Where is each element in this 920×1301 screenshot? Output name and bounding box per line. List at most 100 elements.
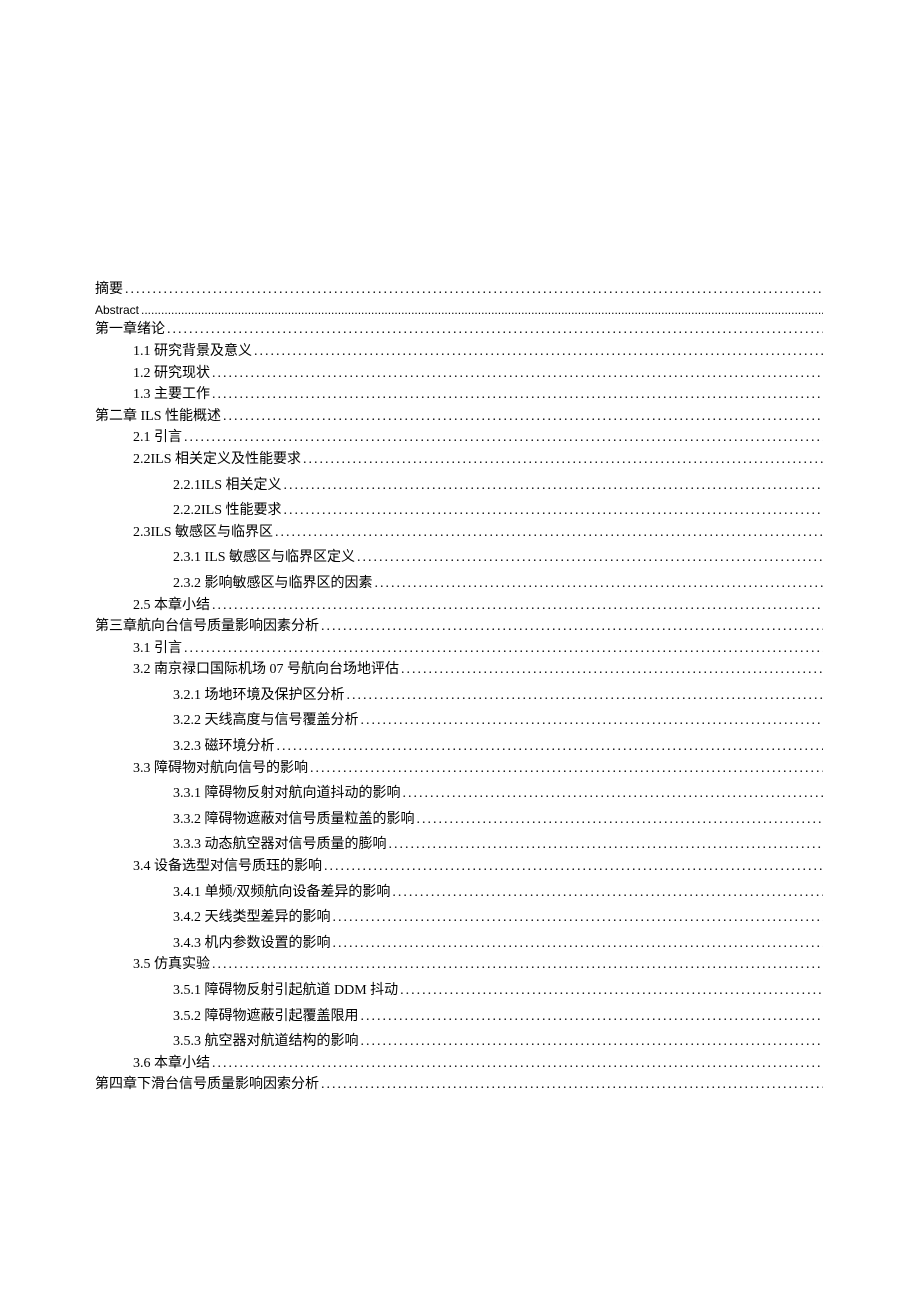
toc-entry: 1.1 研究背景及意义: [95, 342, 825, 362]
toc-leader-dots: [212, 1054, 823, 1074]
toc-entry: 3.2.2 天线高度与信号覆盖分析: [95, 711, 825, 731]
toc-leader-dots: [275, 523, 823, 543]
toc-label: 1.3 主要工作: [133, 385, 210, 405]
toc-entry: 3.4.1 单频/双频航向设备差异的影响: [95, 883, 825, 903]
toc-leader-dots: [403, 784, 824, 804]
toc-entry: 第一章绪论: [95, 320, 825, 340]
toc-leader-dots: [347, 686, 824, 706]
toc-label: 3.2.3 磁环境分析: [173, 737, 275, 757]
toc-label: 3.2 南京禄口国际机场 07 号航向台场地评估: [133, 660, 399, 680]
toc-entry: 2.3.1 ILS 敏感区与临界区定义: [95, 548, 825, 568]
toc-label: 1.1 研究背景及意义: [133, 342, 252, 362]
toc-entry: 3.2.1 场地环境及保护区分析: [95, 686, 825, 706]
toc-leader-dots: [417, 810, 824, 830]
toc-entry: 3.2.3 磁环境分析: [95, 737, 825, 757]
toc-leader-dots: [184, 639, 823, 659]
toc-entry: 3.5.3 航空器对航道结构的影响: [95, 1032, 825, 1052]
toc-label: 1.2 研究现状: [133, 364, 210, 384]
toc-leader-dots: [303, 450, 823, 470]
toc-entry: 1.3 主要工作: [95, 385, 825, 405]
toc-label: 2.2ILS 相关定义及性能要求: [133, 450, 301, 470]
toc-label: 2.2.2ILS 性能要求: [173, 501, 282, 521]
table-of-contents: 摘要 Abstract第一章绪论1.1 研究背景及意义1.2 研究现状1.3 主要…: [95, 280, 825, 1095]
toc-label: 3.5 仿真实验: [133, 955, 210, 975]
toc-entry: 3.4.3 机内参数设置的影响: [95, 934, 825, 954]
toc-label: 3.4 设备选型对信号质珏的影响: [133, 857, 322, 877]
toc-label: 3.3.3 动态航空器对信号质量的膨响: [173, 835, 387, 855]
toc-leader-dots: [333, 934, 824, 954]
toc-label: 3.5.3 航空器对航道结构的影响: [173, 1032, 359, 1052]
toc-label: 2.3ILS 敏感区与临界区: [133, 523, 273, 543]
toc-entry: 2.2.1ILS 相关定义: [95, 476, 825, 496]
toc-entry: 3.3.1 障碍物反射对航向道抖动的影响: [95, 784, 825, 804]
toc-entry: 2.3.2 影响敏感区与临界区的因素: [95, 574, 825, 594]
toc-entry: 2.2ILS 相关定义及性能要求: [95, 450, 825, 470]
toc-label: 3.3.1 障碍物反射对航向道抖动的影响: [173, 784, 401, 804]
toc-leader-dots: [284, 501, 824, 521]
toc-entry: 2.3ILS 敏感区与临界区: [95, 523, 825, 543]
toc-entry: 第三章航向台信号质量影响因素分析: [95, 617, 825, 637]
toc-leader-dots: [321, 1075, 823, 1095]
toc-entry: 摘要: [95, 280, 825, 300]
toc-label: 3.5.1 障碍物反射引起航道 DDM 抖动: [173, 981, 398, 1001]
toc-leader-dots: [389, 835, 824, 855]
toc-label: 第三章航向台信号质量影响因素分析: [95, 617, 319, 637]
toc-entry: 3.6 本章小结: [95, 1054, 825, 1074]
toc-leader-dots: [321, 617, 823, 637]
toc-label: 3.1 引言: [133, 639, 182, 659]
toc-leader-dots: [361, 711, 824, 731]
toc-leader-dots: [184, 428, 823, 448]
toc-label: 2.5 本章小结: [133, 596, 210, 616]
toc-leader-dots: [284, 476, 824, 496]
toc-entry: 1.2 研究现状: [95, 364, 825, 384]
toc-label: 3.2.2 天线高度与信号覆盖分析: [173, 711, 359, 731]
toc-label: 2.2.1ILS 相关定义: [173, 476, 282, 496]
toc-entry: 3.3 障碍物对航向信号的影响: [95, 759, 825, 779]
toc-entry: 3.4 设备选型对信号质珏的影响: [95, 857, 825, 877]
toc-leader-dots: [375, 574, 824, 594]
toc-entry: 3.4.2 天线类型差异的影响: [95, 908, 825, 928]
toc-entry: 3.5.2 障碍物遮蔽引起覆盖限用: [95, 1007, 825, 1027]
toc-leader-dots: [392, 883, 823, 903]
toc-label: 2.1 引言: [133, 428, 182, 448]
toc-entry: 第四章下滑台信号质量影响因索分析: [95, 1075, 825, 1095]
toc-leader-dots: [141, 302, 823, 319]
toc-leader-dots: [212, 955, 823, 975]
toc-leader-dots: [254, 342, 823, 362]
toc-label: 第一章绪论: [95, 320, 165, 340]
toc-leader-dots: [277, 737, 824, 757]
toc-label: 3.5.2 障碍物遮蔽引起覆盖限用: [173, 1007, 359, 1027]
toc-leader-dots: [125, 280, 823, 300]
toc-leader-dots: [212, 385, 823, 405]
toc-label: 3.4.2 天线类型差异的影响: [173, 908, 331, 928]
toc-leader-dots: [167, 320, 823, 340]
toc-entry: 2.2.2ILS 性能要求: [95, 501, 825, 521]
toc-entry: 3.2 南京禄口国际机场 07 号航向台场地评估: [95, 660, 825, 680]
toc-label: 摘要: [95, 280, 123, 300]
toc-leader-dots: [324, 857, 823, 877]
toc-label: Abstract: [95, 302, 139, 319]
toc-leader-dots: [361, 1007, 824, 1027]
toc-leader-dots: [361, 1032, 824, 1052]
toc-entry: Abstract: [95, 302, 825, 319]
toc-leader-dots: [212, 364, 823, 384]
toc-leader-dots: [212, 596, 823, 616]
toc-label: 3.2.1 场地环境及保护区分析: [173, 686, 345, 706]
toc-label: 3.4.1 单频/双频航向设备差异的影响: [173, 883, 390, 903]
toc-leader-dots: [310, 759, 823, 779]
toc-entry: 2.5 本章小结: [95, 596, 825, 616]
toc-entry: 3.3.3 动态航空器对信号质量的膨响: [95, 835, 825, 855]
toc-label: 3.3 障碍物对航向信号的影响: [133, 759, 308, 779]
toc-label: 2.3.1 ILS 敏感区与临界区定义: [173, 548, 355, 568]
toc-leader-dots: [333, 908, 824, 928]
toc-label: 2.3.2 影响敏感区与临界区的因素: [173, 574, 373, 594]
toc-leader-dots: [400, 981, 823, 1001]
toc-label: 3.3.2 障碍物遮蔽对信号质量粒盖的影响: [173, 810, 415, 830]
toc-label: 第四章下滑台信号质量影响因索分析: [95, 1075, 319, 1095]
toc-entry: 2.1 引言: [95, 428, 825, 448]
toc-leader-dots: [223, 407, 823, 427]
toc-label: 第二章 ILS 性能概述: [95, 407, 221, 427]
toc-entry: 第二章 ILS 性能概述: [95, 407, 825, 427]
toc-entry: 3.5.1 障碍物反射引起航道 DDM 抖动: [95, 981, 825, 1001]
toc-label: 3.4.3 机内参数设置的影响: [173, 934, 331, 954]
